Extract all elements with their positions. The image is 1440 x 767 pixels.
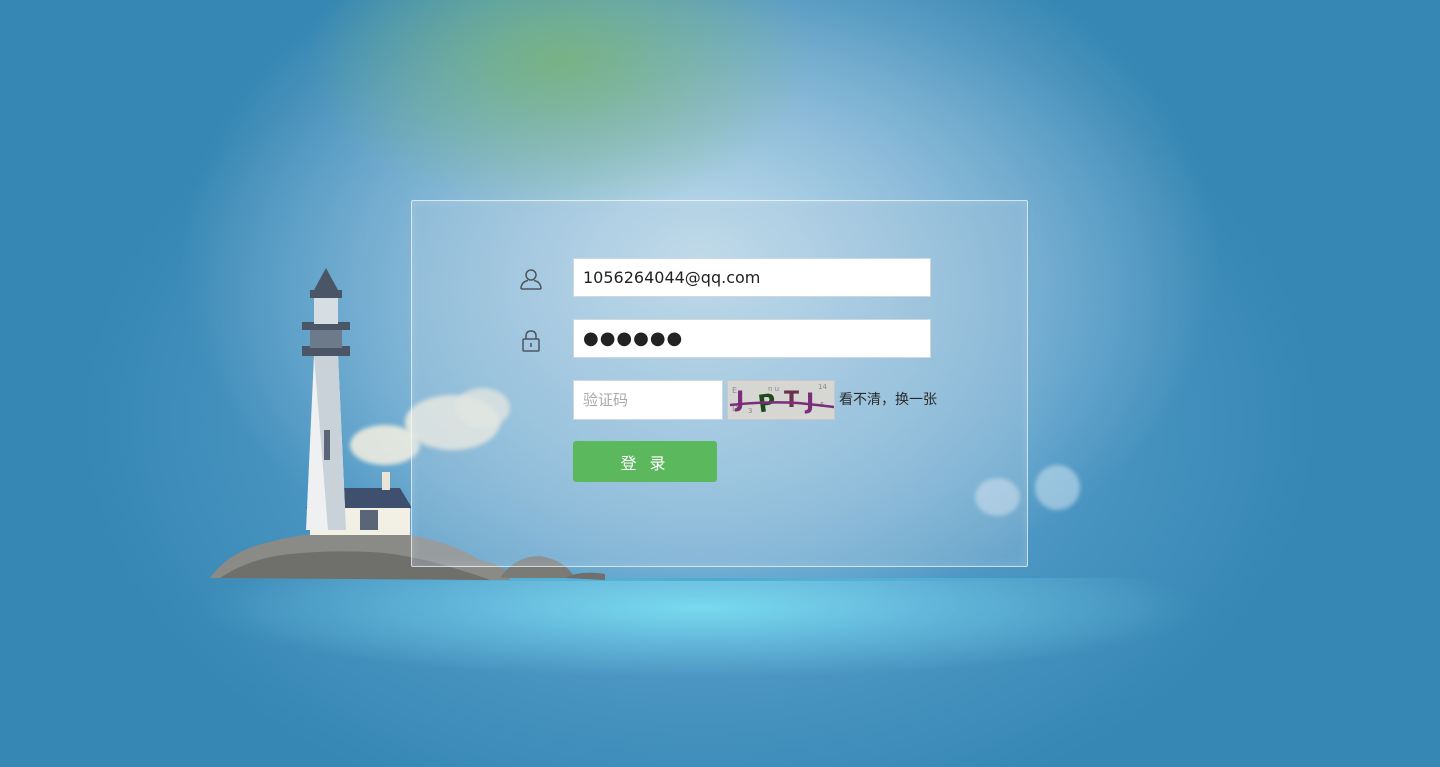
user-icon — [519, 267, 543, 291]
login-button[interactable]: 登 录 — [573, 441, 717, 482]
lock-icon — [519, 329, 543, 353]
svg-text:3: 3 — [748, 407, 752, 415]
refresh-captcha-link[interactable]: 看不清，换一张 — [839, 380, 937, 420]
username-field[interactable]: 1056264044@qq.com — [573, 258, 931, 297]
cloud-decoration — [1035, 465, 1080, 510]
captcha-char: J — [804, 390, 814, 415]
login-panel: 1056264044@qq.com ●●●●●● E D n u 14 3 5 … — [411, 200, 1028, 567]
sea-reflection — [200, 578, 1200, 688]
captcha-image[interactable]: E D n u 14 3 5 J P T J — [727, 380, 835, 420]
captcha-input[interactable] — [573, 380, 723, 420]
captcha-char: T — [784, 388, 799, 413]
password-field[interactable]: ●●●●●● — [573, 319, 931, 358]
svg-text:14: 14 — [818, 383, 827, 391]
captcha-char: J — [734, 388, 744, 413]
